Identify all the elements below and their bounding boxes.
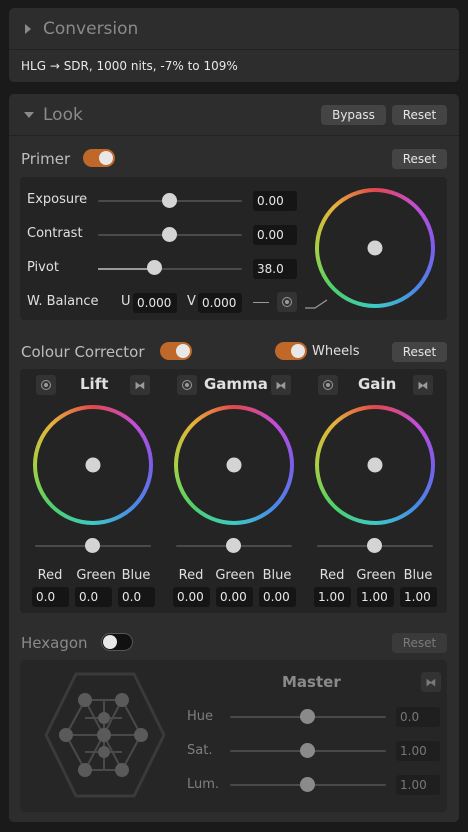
hexagon-graph-icon[interactable]: [30, 670, 180, 800]
colour-corrector-title: Colour Corrector: [21, 343, 145, 361]
wb-u-label: U: [121, 294, 131, 309]
gamma-title: Gamma: [204, 375, 268, 393]
wb-curve-icon: [305, 299, 328, 309]
wheels-toggle[interactable]: [275, 342, 307, 360]
cc-reset-button[interactable]: Reset: [392, 342, 447, 362]
lift-title: Lift: [80, 375, 109, 393]
look-title: Look: [43, 105, 83, 125]
wb-u-field[interactable]: 0.000: [133, 293, 177, 313]
contrast-field[interactable]: 0.00: [253, 225, 297, 245]
gain-red-label: Red: [319, 568, 345, 583]
gamma-picker-icon[interactable]: [177, 375, 197, 395]
gain-slider-handle[interactable]: [367, 538, 382, 553]
hexagon-toggle[interactable]: [101, 633, 133, 651]
sat-slider-handle[interactable]: [300, 743, 315, 758]
pivot-slider-handle[interactable]: [147, 260, 162, 275]
conversion-title: Conversion: [43, 19, 139, 39]
wb-picker-icon[interactable]: [277, 292, 297, 312]
pivot-label: Pivot: [27, 260, 59, 275]
lift-red-field[interactable]: 0.0: [32, 587, 69, 607]
gamma-wheel-handle[interactable]: [226, 457, 242, 473]
primer-toggle[interactable]: [83, 149, 115, 167]
gamma-slider-handle[interactable]: [226, 538, 241, 553]
gain-title: Gain: [358, 375, 397, 393]
gain-blue-label: Blue: [403, 568, 433, 583]
sat-field[interactable]: 1.00: [396, 741, 440, 761]
hexagon-title: Hexagon: [21, 634, 88, 652]
primer-title: Primer: [21, 150, 71, 168]
gain-wheel-handle[interactable]: [367, 457, 383, 473]
gamma-reset-icon[interactable]: ⧓: [271, 375, 291, 395]
master-title: Master: [282, 673, 341, 691]
primer-reset-button[interactable]: Reset: [392, 149, 447, 169]
gain-color-wheel[interactable]: [315, 405, 435, 525]
hue-label: Hue: [187, 709, 214, 724]
lift-wheel-handle[interactable]: [85, 457, 101, 473]
gamma-blue-label: Blue: [262, 568, 292, 583]
gamma-color-wheel[interactable]: [174, 405, 294, 525]
master-reset-icon[interactable]: ⧓: [421, 672, 441, 692]
pivot-slider-fill: [98, 268, 154, 270]
sat-label: Sat.: [187, 743, 213, 758]
lift-picker-icon[interactable]: [36, 375, 56, 395]
pivot-field[interactable]: 38.0: [253, 259, 297, 279]
gain-green-label: Green: [356, 568, 396, 583]
gamma-green-field[interactable]: 0.00: [216, 587, 253, 607]
lift-red-label: Red: [37, 568, 63, 583]
gain-reset-icon[interactable]: ⧓: [413, 375, 433, 395]
caret-down-icon: [24, 112, 34, 118]
conversion-summary: HLG → SDR, 1000 nits, -7% to 109%: [21, 59, 238, 73]
gamma-red-label: Red: [178, 568, 204, 583]
lift-reset-icon[interactable]: ⧓: [130, 375, 150, 395]
wheels-label: Wheels: [312, 344, 360, 359]
wb-v-label: V: [187, 294, 196, 309]
gain-picker-icon[interactable]: [318, 375, 338, 395]
lift-slider-handle[interactable]: [85, 538, 100, 553]
contrast-label: Contrast: [27, 226, 83, 241]
gamma-green-label: Green: [215, 568, 255, 583]
pivot-slider[interactable]: [98, 268, 242, 270]
conversion-header[interactable]: Conversion: [9, 8, 459, 50]
lift-color-wheel[interactable]: [33, 405, 153, 525]
lift-blue-label: Blue: [121, 568, 151, 583]
look-reset-button[interactable]: Reset: [392, 105, 447, 125]
gain-green-field[interactable]: 1.00: [357, 587, 394, 607]
primer-wheel-handle[interactable]: [367, 240, 383, 256]
gain-blue-field[interactable]: 1.00: [400, 587, 437, 607]
contrast-slider-handle[interactable]: [162, 227, 177, 242]
lift-green-label: Green: [76, 568, 116, 583]
gain-red-field[interactable]: 1.00: [314, 587, 351, 607]
bypass-button[interactable]: Bypass: [321, 105, 386, 125]
lift-blue-field[interactable]: 0.0: [118, 587, 155, 607]
hue-slider-handle[interactable]: [300, 709, 315, 724]
conversion-panel: Conversion HLG → SDR, 1000 nits, -7% to …: [9, 8, 459, 82]
wb-v-field[interactable]: 0.000: [198, 293, 242, 313]
gamma-blue-field[interactable]: 0.00: [259, 587, 296, 607]
hexagon-reset-button[interactable]: Reset: [392, 633, 447, 653]
lum-field[interactable]: 1.00: [396, 775, 440, 795]
exposure-field[interactable]: 0.00: [253, 191, 297, 211]
wb-line-icon: [253, 302, 269, 303]
lift-green-field[interactable]: 0.0: [75, 587, 112, 607]
primer-color-wheel[interactable]: [315, 188, 435, 308]
caret-right-icon: [25, 24, 31, 34]
lum-label: Lum.: [187, 777, 220, 792]
gamma-red-field[interactable]: 0.00: [173, 587, 210, 607]
exposure-label: Exposure: [27, 192, 88, 207]
colour-corrector-toggle[interactable]: [160, 342, 192, 360]
lum-slider-handle[interactable]: [300, 777, 315, 792]
exposure-slider-handle[interactable]: [162, 193, 177, 208]
white-balance-label: W. Balance: [27, 294, 99, 309]
hue-field[interactable]: 0.0: [396, 707, 440, 727]
